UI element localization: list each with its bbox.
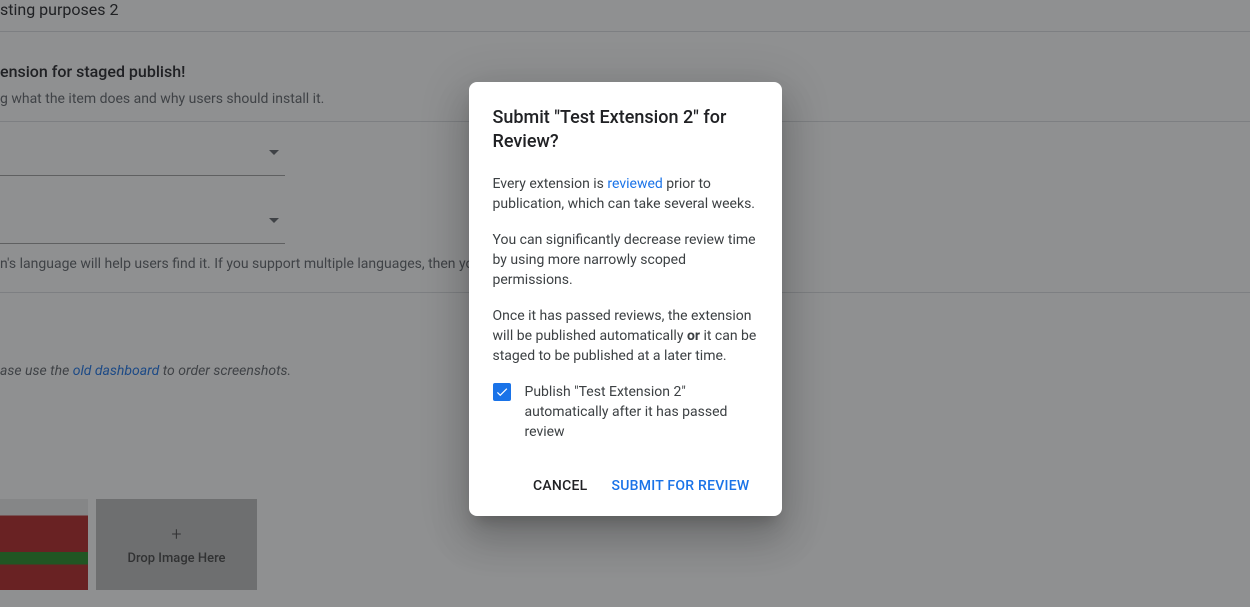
para3-bold: or <box>687 328 700 344</box>
dialog-actions: Cancel Submit for Review <box>493 470 758 502</box>
auto-publish-checkbox[interactable] <box>493 383 511 401</box>
dialog-paragraph-review: Every extension is reviewed prior to pub… <box>493 174 758 214</box>
reviewed-link[interactable]: reviewed <box>607 176 662 192</box>
cancel-button[interactable]: Cancel <box>525 470 595 502</box>
check-icon <box>495 385 509 399</box>
dialog-title: Submit "Test Extension 2" for Review? <box>493 106 758 154</box>
submit-review-dialog: Submit "Test Extension 2" for Review? Ev… <box>469 82 782 516</box>
submit-for-review-button[interactable]: Submit for Review <box>603 470 757 502</box>
modal-overlay[interactable]: Submit "Test Extension 2" for Review? Ev… <box>0 0 1250 607</box>
auto-publish-label: Publish "Test Extension 2" automatically… <box>525 382 758 442</box>
dialog-paragraph-publish: Once it has passed reviews, the extensio… <box>493 306 758 366</box>
dialog-paragraph-permissions: You can significantly decrease review ti… <box>493 230 758 290</box>
para1-prefix: Every extension is <box>493 176 608 192</box>
auto-publish-option[interactable]: Publish "Test Extension 2" automatically… <box>493 382 758 442</box>
